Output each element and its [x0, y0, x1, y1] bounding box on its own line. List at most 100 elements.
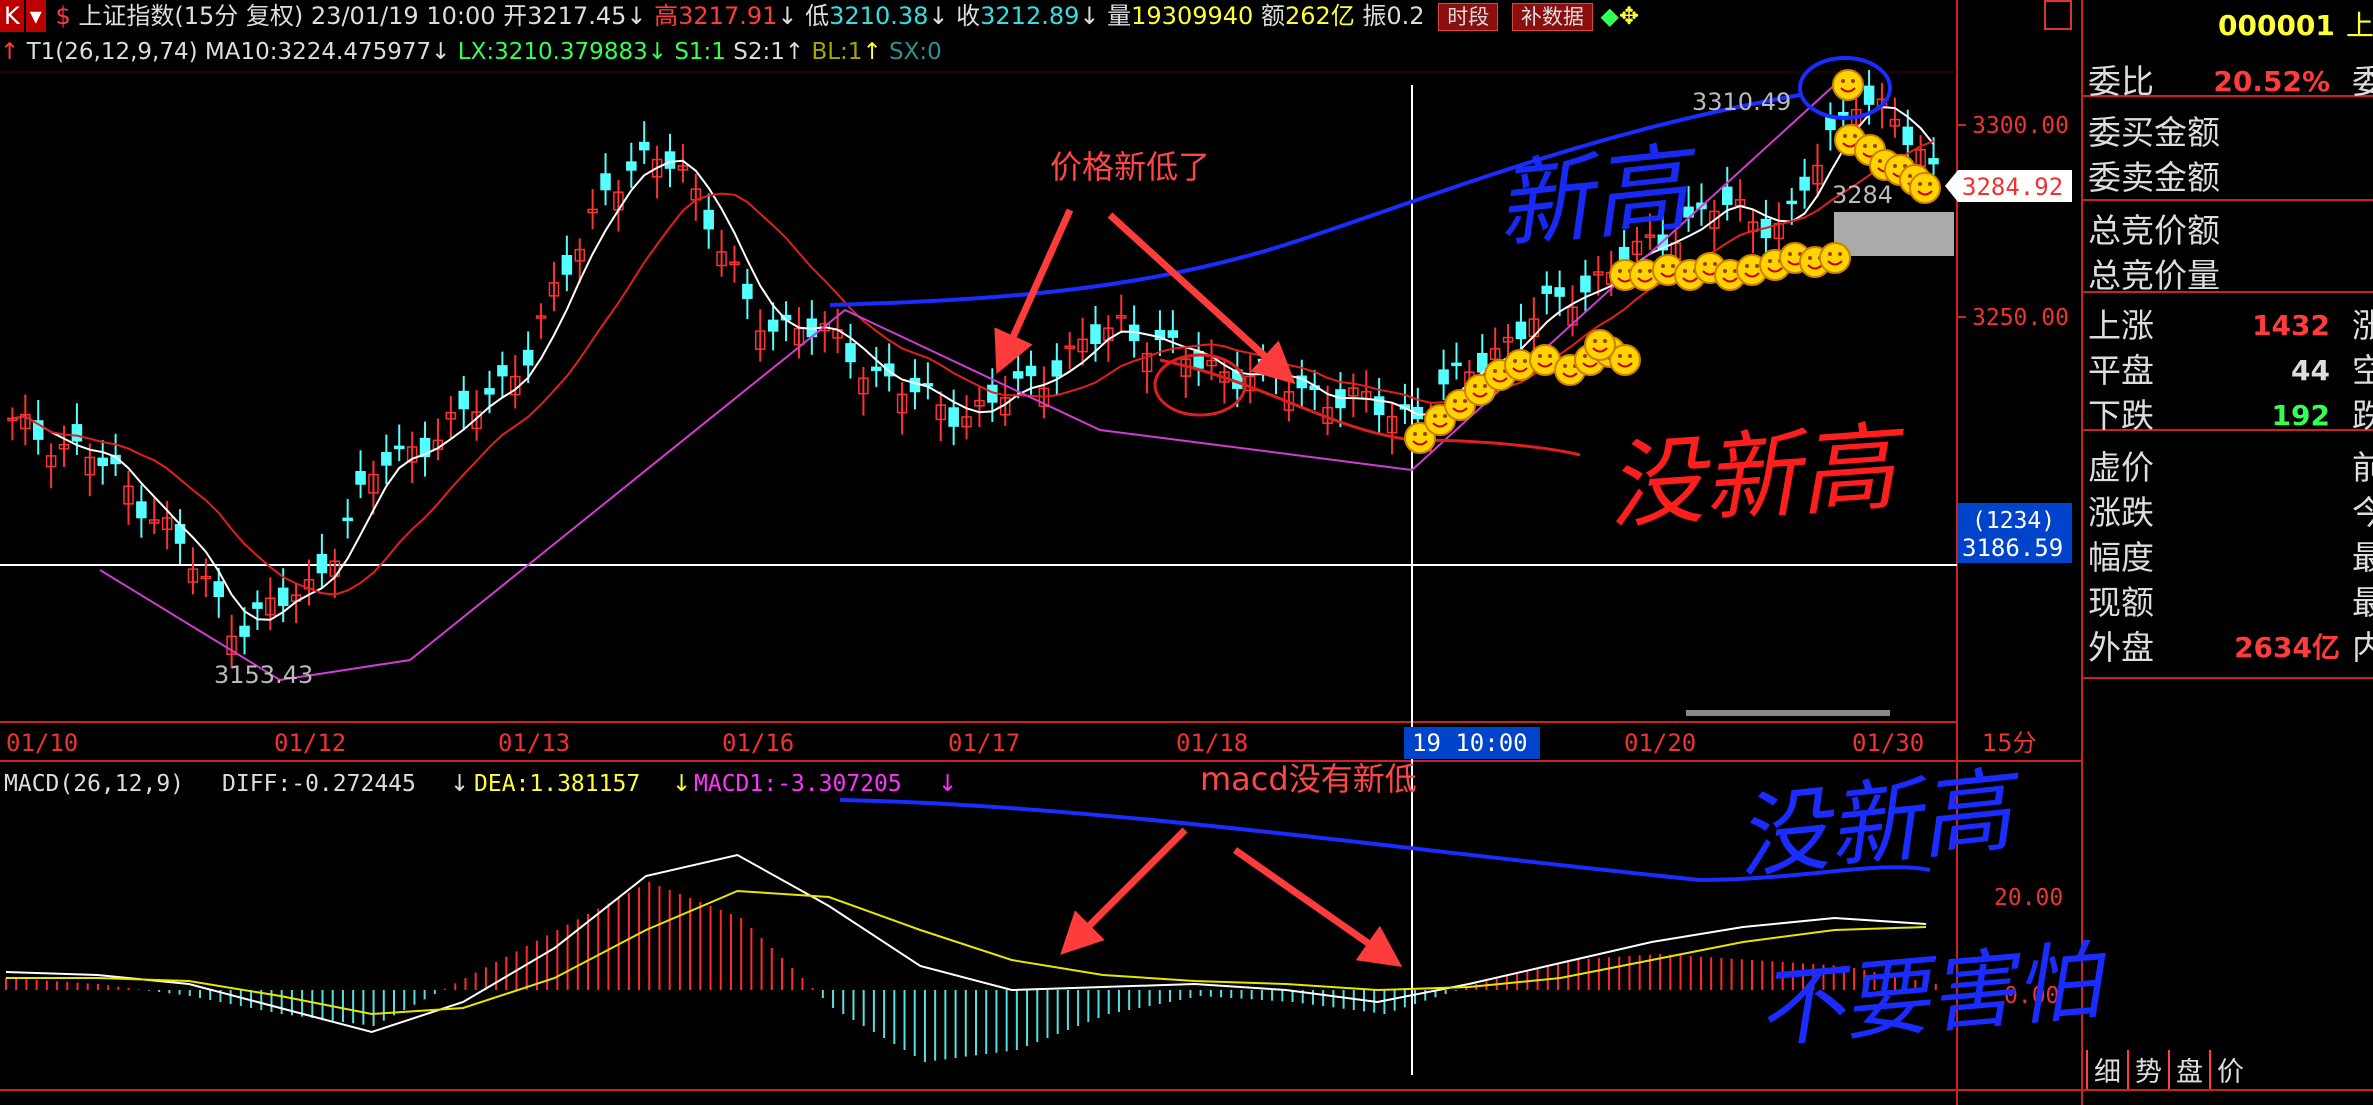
time-tick-label: 01/17	[948, 729, 1020, 757]
smiley-eye	[1473, 384, 1477, 388]
smiley-eye	[1463, 399, 1467, 403]
candle-body	[213, 581, 225, 598]
now-amount-suffix: 最	[2352, 583, 2373, 622]
range-label: 幅度	[2088, 538, 2154, 577]
time-tick-label: 01/18	[1176, 729, 1248, 757]
candle-body	[355, 471, 366, 485]
smiley-eye	[1838, 252, 1842, 256]
ratio-suffix: 委	[2352, 62, 2373, 101]
macd-no-new-high-handwriting: 没新高	[1731, 755, 2029, 892]
candle-body	[948, 407, 959, 427]
auction-volume-label: 总竞价量	[2088, 256, 2220, 295]
candle-body	[1799, 176, 1810, 191]
smiley-eye	[1618, 269, 1622, 273]
price-tick-label: 3300.00	[1972, 113, 2069, 139]
smiley-eye	[1548, 354, 1552, 358]
candle-body	[909, 377, 921, 393]
candle-body	[871, 366, 882, 372]
candle-body	[393, 445, 405, 450]
macd-bars-group	[5, 882, 1937, 1062]
chart-canvas[interactable]: 3300.00 3250.00 3284.92 (1234) 3186.59 3…	[0, 0, 2373, 1105]
smiley-eye	[1593, 339, 1597, 343]
smiley-eye	[1703, 262, 1707, 266]
tab-board[interactable]: 盘	[2168, 1050, 2209, 1089]
arrow-down-icon: ↓	[938, 771, 957, 797]
candle-body	[845, 343, 856, 363]
smiley-eye	[1618, 354, 1622, 358]
smiley-eye	[1873, 144, 1877, 148]
candle-body	[1902, 126, 1914, 146]
tab-price[interactable]: 价	[2209, 1050, 2250, 1089]
macd-arrow-right-icon	[1232, 847, 1403, 968]
time-tick-label: 01/10	[6, 729, 78, 757]
candle-body	[522, 349, 534, 366]
candle-body	[458, 390, 469, 410]
candle-body	[1090, 324, 1101, 345]
crosshair-time: 19 10:00	[1412, 729, 1528, 757]
smiley-face	[1819, 242, 1851, 274]
candle-body	[703, 209, 714, 230]
candle-body	[97, 457, 108, 467]
outer-suffix: 内	[2352, 628, 2373, 667]
up-suffix: 涨	[2352, 306, 2373, 345]
macd-no-new-low-note: macd没有新低	[1200, 760, 1417, 798]
up-value: 1432	[2252, 309, 2330, 342]
candle-body	[497, 365, 508, 377]
smiley-face-icon	[1584, 329, 1616, 361]
candle-body	[277, 587, 289, 606]
time-tick-label: 01/12	[274, 729, 346, 757]
smiley-eye	[1671, 264, 1675, 268]
candle-body	[1863, 85, 1875, 105]
smiley-eye	[1493, 369, 1497, 373]
tab-detail[interactable]: 细	[2086, 1050, 2127, 1089]
candle-body	[1838, 111, 1849, 116]
candle-body	[71, 424, 83, 442]
smiley-eye	[1788, 252, 1792, 256]
candle-body	[1928, 158, 1939, 165]
smiley-eye	[1843, 134, 1847, 138]
tab-trend[interactable]: 势	[2127, 1050, 2168, 1089]
no-new-high-handwriting: 没新高	[1604, 410, 1911, 543]
smiley-eye	[1661, 264, 1665, 268]
dont-panic-handwriting: 不要害怕	[1753, 931, 2113, 1061]
time-tick-label: 01/16	[722, 729, 794, 757]
candle-body	[1515, 321, 1527, 340]
candle-body	[626, 161, 637, 171]
candle-body	[1554, 287, 1565, 297]
candle-body	[1580, 275, 1591, 293]
smiley-eye	[1583, 354, 1587, 358]
smiley-eye	[1851, 79, 1855, 83]
arrow-down-icon: ↓	[450, 771, 469, 797]
macd-arrow-left-icon	[1060, 827, 1188, 955]
price-tick-label: 3250.00	[1972, 305, 2069, 331]
smiley-eye	[1755, 264, 1759, 268]
buy-amount-label: 委买金额	[2088, 113, 2220, 152]
candle-body	[638, 141, 650, 151]
smiley-eye	[1603, 339, 1607, 343]
down-suffix: 跌	[2352, 396, 2373, 435]
smiley-eye	[1563, 364, 1567, 368]
candle-body	[1012, 371, 1024, 379]
smiley-eye	[1928, 182, 1932, 186]
smiley-eye	[1443, 414, 1447, 418]
smiley-eye	[1918, 182, 1922, 186]
candle-body	[1825, 116, 1836, 131]
smiley-face	[1584, 329, 1616, 361]
smiley-eye	[1841, 79, 1845, 83]
smiley-eye	[1908, 174, 1912, 178]
period-label: 15分	[1982, 729, 2037, 757]
candle-body	[1025, 365, 1037, 377]
smiley-eye	[1683, 269, 1687, 273]
smiley-eye	[1768, 259, 1772, 263]
smiley-eye	[1413, 432, 1417, 436]
candle-body	[1786, 200, 1797, 205]
candle-body	[239, 625, 250, 637]
current-price-pointer-icon	[1945, 170, 1958, 202]
smiley-eye	[1863, 144, 1867, 148]
up-label: 上涨	[2088, 306, 2154, 345]
smiley-eye	[1713, 262, 1717, 266]
smiley-eye	[1423, 432, 1427, 436]
outer-label: 外盘	[2088, 628, 2154, 667]
smiley-eye	[1513, 359, 1517, 363]
low-mark-label: 3153.43	[214, 661, 313, 689]
